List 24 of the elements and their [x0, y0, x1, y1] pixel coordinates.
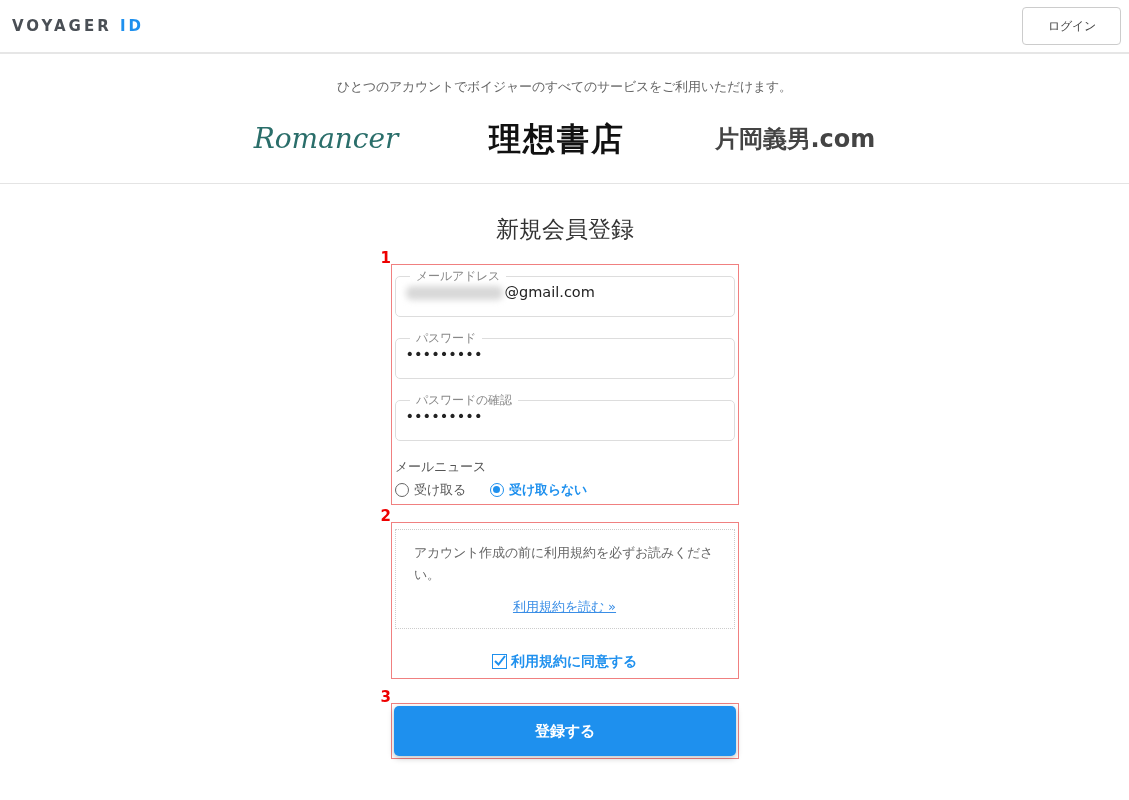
field-label: パスワードの確認 — [414, 394, 513, 407]
annotation-number: 2 — [380, 508, 391, 524]
tagline: ひとつのアカウントでボイジャーのすべてのサービスをご利用いただけます。 — [336, 78, 793, 96]
text-field[interactable]: メールアドレス @gmail.com — [394, 270, 735, 317]
text-field[interactable]: パスワード ••••••••• — [394, 332, 735, 379]
input-field[interactable]: ••••••••• — [405, 344, 720, 366]
input-field[interactable]: ••••••••• — [405, 406, 720, 428]
voyager-id-logo[interactable]: VOYAGER ID — [12, 14, 144, 38]
annotation-number: 1 — [380, 250, 391, 266]
page-title: 新規会員登録 — [494, 216, 635, 244]
service-logo[interactable]: Romancer — [253, 117, 399, 160]
check-icon — [493, 655, 506, 668]
terms-link[interactable]: 利用規約を読む » — [512, 594, 617, 618]
input-field[interactable]: @gmail.com — [504, 282, 720, 304]
text-field[interactable]: パスワードの確認 ••••••••• — [394, 394, 735, 441]
login-button[interactable]: ログイン — [1022, 7, 1121, 45]
field-label: メールアドレス — [414, 270, 501, 283]
field-label: メールニュース — [394, 457, 487, 476]
service-logo[interactable]: 片岡義男.com — [714, 120, 876, 157]
terms-notice: アカウント作成の前に利用規約を必ずお読みください。 — [413, 543, 714, 585]
annotation-number: 3 — [380, 690, 391, 706]
field-label: パスワード — [414, 332, 477, 345]
service-logo[interactable]: 理想書店 — [488, 114, 625, 163]
radio-option[interactable]: 受け取る — [394, 480, 466, 500]
